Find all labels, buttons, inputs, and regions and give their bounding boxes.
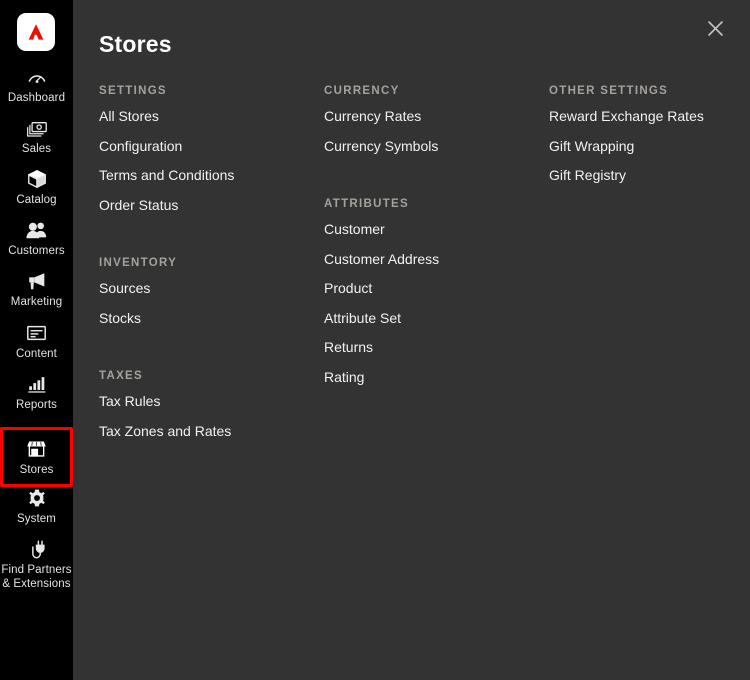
menu-link-customer[interactable]: Customer [324,221,385,237]
sidebar-item-sales[interactable]: Sales [0,117,73,157]
list-item: Returns [324,333,539,363]
system-gear-icon [26,487,48,509]
customers-people-icon [25,219,49,241]
menu-link-currency-symbols[interactable]: Currency Symbols [324,138,438,154]
group-link-list: Reward Exchange Rates Gift Wrapping Gift… [549,102,749,191]
sidebar-item-system[interactable]: System [0,487,73,527]
find-partners-plug-icon [26,538,48,560]
list-item: All Stores [99,102,314,132]
sidebar-item-label: Reports [16,399,57,411]
menu-column-settings: SETTINGS All Stores Configuration Terms … [99,80,314,446]
menu-link-currency-rates[interactable]: Currency Rates [324,108,421,124]
menu-link-tax-rules[interactable]: Tax Rules [99,393,160,409]
menu-link-gift-registry[interactable]: Gift Registry [549,167,626,183]
list-item: Currency Symbols [324,132,539,162]
menu-link-stocks[interactable]: Stocks [99,310,141,326]
menu-link-tax-zones-and-rates[interactable]: Tax Zones and Rates [99,423,231,439]
sidebar-item-label: Marketing [10,296,63,308]
menu-group-settings: SETTINGS All Stores Configuration Terms … [99,80,314,220]
list-item: Sources [99,274,314,304]
close-icon[interactable] [700,13,730,43]
group-link-list: All Stores Configuration Terms and Condi… [99,102,314,220]
content-page-icon [25,322,48,344]
sidebar-item-find-partners-extensions[interactable]: Find Partners & Extensions [0,538,73,591]
list-item: Tax Zones and Rates [99,417,314,447]
group-title: OTHER SETTINGS [549,85,669,97]
list-item: Reward Exchange Rates [549,102,749,132]
menu-column-currency-attributes: CURRENCY Currency Rates Currency Symbols… [324,80,539,392]
menu-link-attribute-set[interactable]: Attribute Set [324,310,401,326]
list-item: Gift Registry [549,161,749,191]
group-title: INVENTORY [99,257,178,269]
group-title: ATTRIBUTES [324,198,409,210]
menu-link-order-status[interactable]: Order Status [99,197,178,213]
admin-menu-overlay: Dashboard Sales Catalog Customers Market… [0,0,750,680]
sidebar-item-reports[interactable]: Reports [0,373,73,413]
group-link-list: Sources Stocks [99,274,314,333]
menu-link-all-stores[interactable]: All Stores [99,108,159,124]
menu-link-gift-wrapping[interactable]: Gift Wrapping [549,138,634,154]
menu-column-other-settings: OTHER SETTINGS Reward Exchange Rates Gif… [549,80,749,191]
list-item: Terms and Conditions [99,161,314,191]
primary-sidebar: Dashboard Sales Catalog Customers Market… [0,0,73,680]
group-title: CURRENCY [324,85,400,97]
list-item: Attribute Set [324,304,539,334]
menu-group-taxes: TAXES Tax Rules Tax Zones and Rates [99,365,314,446]
list-item: Configuration [99,132,314,162]
group-title: TAXES [99,370,143,382]
catalog-box-icon [26,168,48,190]
menu-link-rating[interactable]: Rating [324,369,364,385]
list-item: Customer Address [324,245,539,275]
sidebar-item-label: Catalog [16,194,57,206]
group-link-list: Tax Rules Tax Zones and Rates [99,387,314,446]
list-item: Currency Rates [324,102,539,132]
menu-group-inventory: INVENTORY Sources Stocks [99,252,314,333]
menu-link-returns[interactable]: Returns [324,339,373,355]
sidebar-item-label: Dashboard [7,92,66,104]
menu-link-product[interactable]: Product [324,280,372,296]
menu-link-terms-and-conditions[interactable]: Terms and Conditions [99,167,234,183]
menu-link-configuration[interactable]: Configuration [99,138,182,154]
sidebar-item-label: Content [16,348,57,360]
menu-group-other-settings: OTHER SETTINGS Reward Exchange Rates Gif… [549,80,749,191]
sidebar-item-label: Stores [19,464,54,476]
sidebar-item-label: Find Partners & Extensions [1,564,72,590]
sidebar-item-customers[interactable]: Customers [0,219,73,259]
marketing-megaphone-icon [26,270,48,292]
reports-bar-chart-icon [26,373,48,395]
list-item: Rating [324,363,539,393]
dashboard-gauge-icon [26,66,48,88]
list-item: Gift Wrapping [549,132,749,162]
sidebar-item-dashboard[interactable]: Dashboard [0,66,73,106]
page-title: Stores [99,31,172,58]
list-item: Order Status [99,191,314,221]
list-item: Tax Rules [99,387,314,417]
sidebar-item-marketing[interactable]: Marketing [0,270,73,310]
list-item: Customer [324,215,539,245]
group-title: SETTINGS [99,85,167,97]
list-item: Product [324,274,539,304]
menu-link-sources[interactable]: Sources [99,280,150,296]
stores-storefront-icon [25,438,48,460]
menu-group-attributes: ATTRIBUTES Customer Customer Address Pro… [324,193,539,392]
menu-link-reward-exchange-rates[interactable]: Reward Exchange Rates [549,108,704,124]
sidebar-item-stores[interactable]: Stores [0,427,73,487]
adobe-commerce-logo[interactable] [17,13,55,51]
list-item: Stocks [99,304,314,334]
sidebar-item-label: Customers [8,245,65,257]
sidebar-item-catalog[interactable]: Catalog [0,168,73,208]
sidebar-item-label: Sales [21,143,52,155]
menu-link-customer-address[interactable]: Customer Address [324,251,439,267]
group-link-list: Customer Customer Address Product Attrib… [324,215,539,392]
group-link-list: Currency Rates Currency Symbols [324,102,539,161]
stores-menu-panel: Stores SETTINGS All Stores Configuration… [73,0,750,680]
sidebar-item-content[interactable]: Content [0,322,73,362]
menu-group-currency: CURRENCY Currency Rates Currency Symbols [324,80,539,161]
sales-money-icon [25,117,48,139]
sidebar-item-label: System [17,513,56,525]
